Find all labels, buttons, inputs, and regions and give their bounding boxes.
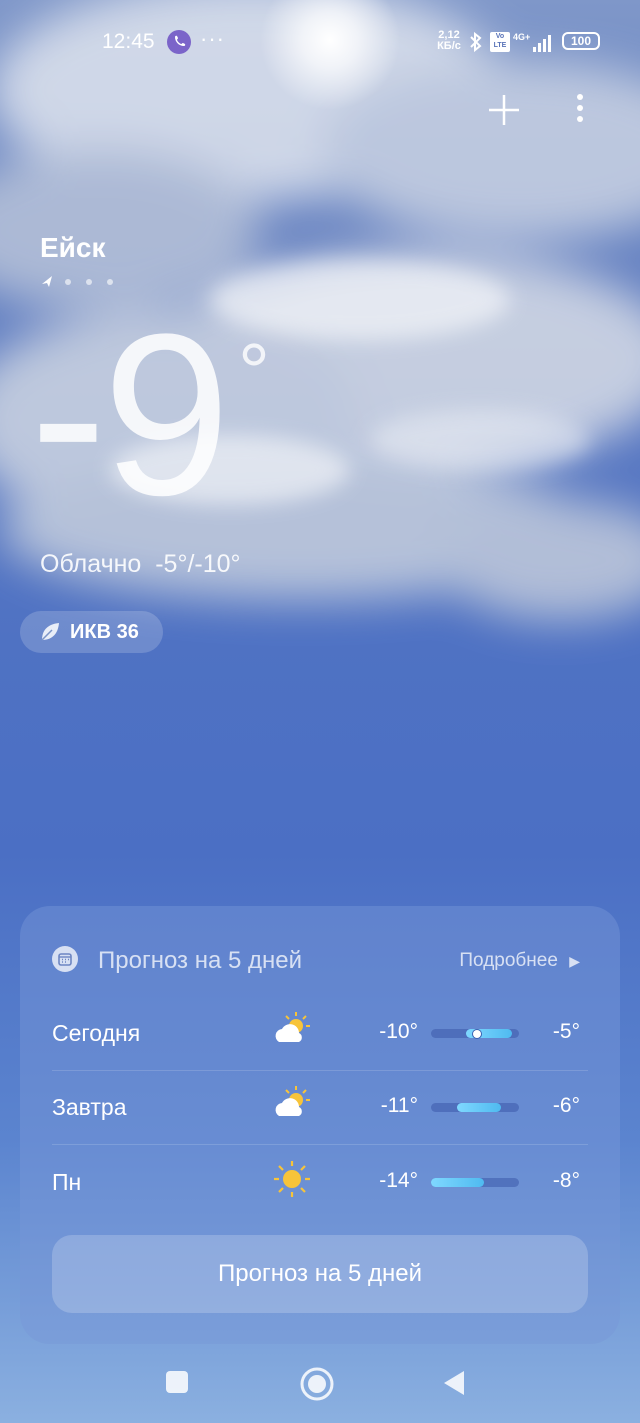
leaf-icon — [41, 623, 59, 641]
clock: 12:45 — [102, 30, 155, 53]
partly-cloudy-icon — [270, 1008, 314, 1052]
home-button[interactable] — [299, 1366, 335, 1402]
current-temperature: -9 — [30, 286, 231, 543]
temperature-range: -5°/-10° — [155, 550, 241, 578]
forecast-high: -5° — [552, 1020, 580, 1043]
signal-icon: 4G+ — [513, 30, 557, 60]
forecast-5-days-button[interactable]: Прогноз на 5 дней — [52, 1235, 588, 1313]
forecast-title: Прогноз на 5 дней — [98, 947, 302, 974]
forecast-day: Сегодня — [52, 1020, 141, 1046]
battery-indicator: 100 — [562, 32, 600, 50]
forecast-high: -6° — [552, 1094, 580, 1117]
speed-unit: КБ/с — [437, 40, 461, 52]
forecast-high: -8° — [552, 1169, 580, 1192]
plus-icon — [489, 95, 519, 125]
recents-button[interactable] — [163, 1368, 191, 1396]
more-notifications-icon: ··· — [200, 26, 225, 51]
aqi-badge[interactable]: ИКВ 36 — [20, 611, 163, 653]
temperature-range-bar — [431, 1103, 519, 1112]
viber-icon — [167, 30, 191, 54]
condition-summary: Облачно -5°/-10° — [40, 550, 241, 579]
more-label: Подробнее — [459, 950, 558, 971]
volte-icon: Vo LTE — [490, 32, 510, 52]
forecast-low: -11° — [380, 1094, 418, 1117]
back-button[interactable] — [440, 1368, 470, 1398]
more-vertical-icon — [577, 94, 583, 122]
forecast-low: -14° — [379, 1169, 418, 1192]
forecast-row[interactable]: Сегодня -10° -5° — [20, 996, 620, 1070]
forecast-day: Пн — [52, 1169, 82, 1195]
temperature-range-fill — [457, 1103, 502, 1112]
temperature-range-fill — [431, 1178, 484, 1187]
svg-text:4G+: 4G+ — [513, 32, 530, 42]
temperature-range-bar — [431, 1178, 519, 1187]
aqi-text: ИКВ 36 — [70, 621, 139, 643]
forecast-day: Завтра — [52, 1094, 127, 1120]
sun-icon — [270, 1157, 314, 1201]
menu-button[interactable] — [560, 90, 600, 130]
calendar-icon — [52, 946, 78, 972]
degree-symbol: ° — [238, 327, 270, 416]
forecast-low: -10° — [379, 1020, 418, 1043]
add-city-button[interactable] — [484, 90, 524, 130]
city-name[interactable]: Ейск — [40, 232, 105, 264]
chevron-right-icon: ▶ — [569, 953, 580, 969]
condition-text: Облачно — [40, 550, 142, 578]
partly-cloudy-icon — [270, 1082, 314, 1126]
more-link[interactable]: Подробнее ▶ — [459, 950, 580, 972]
bluetooth-icon — [468, 30, 484, 60]
status-bar: 12:45 ··· 2,12 КБ/с Vo LTE 4G+ 100 — [0, 26, 640, 62]
temperature-range-bar — [431, 1029, 519, 1038]
forecast-row[interactable]: Пн -14° -8° — [20, 1145, 620, 1219]
current-temp-marker — [472, 1029, 481, 1038]
network-speed: 2,12 КБ/с — [434, 30, 464, 52]
forecast-card: Прогноз на 5 дней Подробнее ▶ Сегодня -1… — [20, 906, 620, 1344]
forecast-row[interactable]: Завтра -11° -6° — [20, 1070, 620, 1144]
